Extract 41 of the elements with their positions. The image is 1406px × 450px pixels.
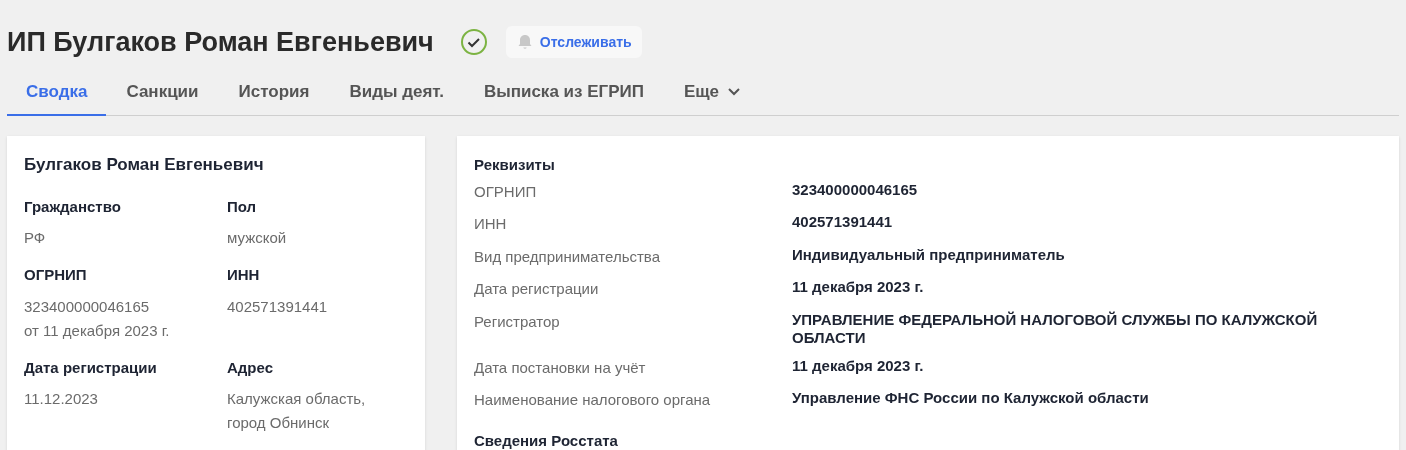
row-value: 11 декабря 2023 г.	[792, 356, 925, 376]
row-label: Вид предпринимательства	[474, 246, 661, 267]
verified-check-icon	[459, 28, 488, 56]
follow-button[interactable]: Отслеживать	[505, 26, 642, 58]
row-label: ОГРНИП	[474, 181, 538, 202]
row-label: Наименование налогового органа	[474, 390, 712, 410]
tab[interactable]: История	[218, 70, 330, 116]
row-value: Управление ФНС России по Калужской области	[792, 389, 1150, 408]
field-value: мужской	[227, 228, 288, 248]
field-label: ОГРНИП	[24, 265, 88, 285]
page-title: ИП Булгаков Роман Евгеньевич	[7, 26, 434, 59]
field-label: Дата регистрации	[24, 357, 158, 378]
row-value: Индивидуальный предприниматель	[792, 245, 1066, 265]
person-name: Булгаков Роман Евгеньевич	[24, 154, 265, 176]
row-label: Регистратор	[474, 311, 561, 332]
field-value: Калужская область,	[227, 389, 367, 409]
field-label: Адрес	[227, 357, 274, 378]
row-label: ИНН	[474, 214, 508, 234]
field-value: 11.12.2023	[24, 389, 99, 409]
section-heading: Реквизиты	[474, 155, 556, 175]
row-value: 402571391441	[792, 213, 894, 232]
chevron-down-icon	[727, 87, 742, 97]
field-label: Гражданство	[24, 196, 122, 217]
field-value: от 11 декабря 2023 г.	[24, 320, 171, 341]
field-label: ИНН	[227, 265, 261, 285]
section-heading: Сведения Росстата	[474, 430, 619, 450]
field-value: 402571391441	[227, 296, 329, 317]
field-value: 323400000046165	[24, 296, 151, 317]
tab[interactable]: Виды деят.	[329, 70, 464, 116]
row-value: 11 декабря 2023 г.	[792, 278, 925, 297]
row-label: Дата постановки на учёт	[474, 357, 647, 378]
tab[interactable]: Еще	[663, 70, 762, 116]
row-label: Дата регистрации	[474, 279, 600, 299]
field-value: город Обнинск	[227, 413, 331, 433]
tab[interactable]: Санкции	[106, 70, 219, 116]
field-label: Пол	[227, 196, 258, 217]
tab[interactable]: Сводка	[7, 70, 107, 116]
field-value: РФ	[24, 228, 47, 248]
row-value: 323400000046165	[792, 180, 919, 200]
row-value: УПРАВЛЕНИЕ ФЕДЕРАЛЬНОЙ НАЛОГОВОЙ СЛУЖБЫ ПО КАЛУЖСКОЙ ОБЛАСТИ	[792, 310, 1319, 347]
tab[interactable]: Выписка из ЕГРИП	[463, 70, 664, 116]
